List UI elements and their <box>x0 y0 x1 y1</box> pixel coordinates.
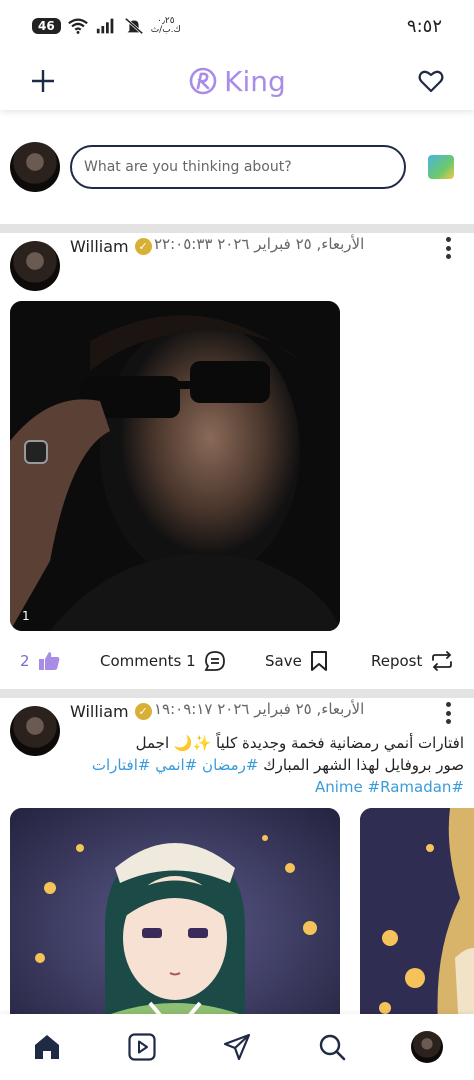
wifi-icon <box>67 18 88 34</box>
post-date: الأربعاء, ٢٥ فبراير ٢٠٢٦ ٢٢:٠٥:٣٣ <box>154 235 365 253</box>
media-count: 1 <box>22 609 30 623</box>
more-options-icon[interactable] <box>444 237 452 259</box>
mute-icon <box>124 17 143 35</box>
brand-logo-icon <box>189 67 217 95</box>
repost-label: Repost <box>371 652 423 670</box>
post-header: William ✓ الأربعاء, ٢٥ فبراير ٢٠٢٦ ٢٢:٠٥… <box>0 233 474 291</box>
more-options-icon[interactable] <box>444 702 452 724</box>
post-image[interactable]: 1 <box>10 301 340 631</box>
post-image[interactable] <box>10 808 340 1014</box>
speed-unit: ك.ب/ث <box>150 25 181 35</box>
composer-input[interactable]: What are you thinking about? <box>70 145 406 189</box>
caption-line: افتارات أنمي رمضانية فخمة وجديدة كلياً ✨… <box>135 734 464 752</box>
clock: ٩:٥٢ <box>406 15 442 37</box>
home-icon <box>35 1035 60 1059</box>
hashtag-links[interactable]: #رمضان #انمي #افتارات <box>92 756 259 774</box>
comments-label: Comments 1 <box>100 652 196 670</box>
avatar[interactable] <box>10 241 60 291</box>
post-card: William ✓ الأربعاء, ٢٥ فبراير ٢٠٢٦ ٢٢:٠٥… <box>0 233 474 688</box>
heart-icon <box>418 70 444 93</box>
comments-button[interactable]: Comments 1 <box>100 650 226 672</box>
app-header: King <box>0 52 474 110</box>
author-name[interactable]: William <box>70 237 129 256</box>
save-button[interactable]: Save <box>265 650 328 672</box>
author-name[interactable]: William <box>70 702 129 721</box>
verified-badge-icon: ✓ <box>134 703 152 720</box>
network-badge: 46 <box>32 18 61 34</box>
nav-videos[interactable] <box>122 1027 162 1067</box>
repost-icon <box>432 651 453 671</box>
caption-line: صور بروفايل لهذا الشهر المبارك #رمضان #ا… <box>10 754 464 776</box>
repost-button[interactable]: Repost <box>371 651 454 671</box>
anime-avatar-image <box>10 808 340 1014</box>
bookmark-icon <box>310 651 327 671</box>
bottom-navigation <box>0 1014 474 1080</box>
hashtag-links[interactable]: #Anime #Ramadan <box>10 776 464 798</box>
post-composer: What are you thinking about? <box>0 110 474 224</box>
like-count: 2 <box>20 652 30 670</box>
app-screen: 46 ٠٫٢٥ ك.ب/ث ٩:٥٢ King What are you thi… <box>0 0 474 1080</box>
feed-divider <box>0 689 474 698</box>
nav-search[interactable] <box>312 1027 352 1067</box>
like-button[interactable]: 2 <box>20 651 60 671</box>
add-button[interactable] <box>28 66 58 96</box>
comment-icon <box>204 651 225 671</box>
caption-text: صور بروفايل لهذا الشهر المبارك <box>258 756 464 774</box>
portrait-photo <box>10 301 340 631</box>
nav-home[interactable] <box>27 1027 67 1067</box>
save-label: Save <box>265 652 302 670</box>
send-icon <box>223 1033 251 1061</box>
favorites-button[interactable] <box>416 66 446 96</box>
author-row: William ✓ <box>70 237 152 256</box>
search-icon <box>319 1034 346 1061</box>
brand: King <box>188 65 286 98</box>
verified-badge-icon: ✓ <box>134 238 152 255</box>
video-icon <box>128 1033 156 1061</box>
thumbs-up-icon <box>38 652 59 670</box>
nav-messages[interactable] <box>217 1027 257 1067</box>
status-bar: 46 ٠٫٢٥ ك.ب/ث ٩:٥٢ <box>0 0 474 52</box>
post-image[interactable] <box>360 808 474 1014</box>
anime-avatar-image <box>360 808 474 1014</box>
status-bar-left: 46 ٠٫٢٥ ك.ب/ث <box>32 17 181 35</box>
nav-profile[interactable] <box>407 1027 447 1067</box>
profile-avatar <box>410 1031 443 1063</box>
post-date: الأربعاء, ٢٥ فبراير ٢٠٢٦ ١٩:٠٩:١٧ <box>154 700 365 718</box>
post-actions: 2 Comments 1 Save Repost <box>0 639 474 683</box>
author-row: William ✓ <box>70 702 152 721</box>
add-icon <box>32 70 54 92</box>
network-speed: ٠٫٢٥ ك.ب/ث <box>151 17 181 35</box>
feed-divider <box>0 224 474 233</box>
post-card: William ✓ الأربعاء, ٢٥ فبراير ٢٠٢٦ ١٩:٠٩… <box>0 698 474 1014</box>
brand-name: King <box>224 64 286 98</box>
signal-icon <box>96 18 114 34</box>
avatar[interactable] <box>10 142 60 192</box>
photo-icon[interactable] <box>428 155 454 179</box>
post-caption: افتارات أنمي رمضانية فخمة وجديدة كلياً ✨… <box>10 732 464 798</box>
